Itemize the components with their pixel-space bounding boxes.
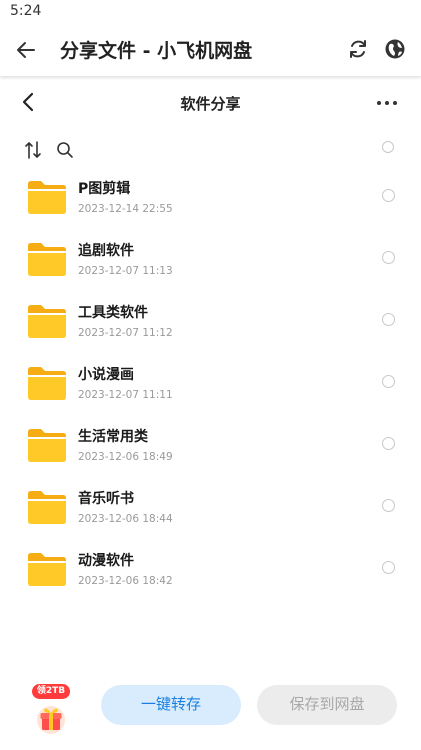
file-select-radio[interactable]	[382, 313, 395, 326]
globe-icon[interactable]	[383, 37, 407, 61]
folder-title: 软件分享	[180, 95, 241, 113]
file-date: 2023-12-07 11:11	[78, 389, 173, 401]
app-bar: 分享文件 - 小飞机网盘	[0, 24, 421, 76]
file-select-radio[interactable]	[382, 251, 395, 264]
file-row[interactable]: 音乐听书 2023-12-06 18:44	[0, 474, 421, 536]
folder-icon	[28, 429, 66, 462]
app-title: 分享文件 - 小飞机网盘	[60, 40, 253, 62]
folder-icon	[28, 305, 66, 338]
file-name: 音乐听书	[78, 491, 134, 507]
file-select-radio[interactable]	[382, 189, 395, 202]
status-time: 5:24	[10, 3, 42, 19]
save-all-button[interactable]: 一键转存	[101, 685, 241, 725]
more-icon[interactable]	[376, 100, 398, 106]
list-toolbar	[0, 138, 421, 162]
file-date: 2023-12-06 18:42	[78, 575, 173, 587]
file-name: 生活常用类	[78, 429, 148, 445]
file-date: 2023-12-07 11:12	[78, 327, 173, 339]
file-select-radio[interactable]	[382, 561, 395, 574]
file-name: 小说漫画	[78, 367, 134, 383]
folder-icon	[28, 553, 66, 586]
file-row[interactable]: 工具类软件 2023-12-07 11:12	[0, 288, 421, 350]
file-date: 2023-12-14 22:55	[78, 203, 173, 215]
file-select-radio[interactable]	[382, 499, 395, 512]
file-select-radio[interactable]	[382, 375, 395, 388]
folder-icon	[28, 367, 66, 400]
file-row[interactable]: 小说漫画 2023-12-07 11:11	[0, 350, 421, 412]
file-row[interactable]: 追剧软件 2023-12-07 11:13	[0, 226, 421, 288]
back-arrow-icon[interactable]	[14, 38, 38, 62]
file-row[interactable]: 生活常用类 2023-12-06 18:49	[0, 412, 421, 474]
bottom-action-bar: 领2TB 一键转存 保存到网盘	[0, 676, 421, 750]
file-select-radio[interactable]	[382, 437, 395, 450]
select-all-radio[interactable]	[382, 141, 394, 153]
file-date: 2023-12-06 18:49	[78, 451, 173, 463]
file-date: 2023-12-07 11:13	[78, 265, 173, 277]
file-name: 追剧软件	[78, 243, 134, 259]
sync-icon[interactable]	[346, 37, 370, 61]
folder-icon	[28, 491, 66, 524]
gift-badge: 领2TB	[32, 684, 70, 699]
folder-icon	[28, 243, 66, 276]
search-icon[interactable]	[56, 141, 74, 159]
gift-icon	[37, 706, 65, 734]
save-to-disk-button[interactable]: 保存到网盘	[257, 685, 397, 725]
file-name: P图剪辑	[78, 181, 131, 197]
file-name: 工具类软件	[78, 305, 148, 321]
folder-header: 软件分享	[0, 84, 421, 122]
gift-promo[interactable]: 领2TB	[32, 684, 72, 742]
status-bar: 5:24	[0, 0, 421, 24]
file-list: P图剪辑 2023-12-14 22:55 追剧软件 2023-12-07 11:13…	[0, 164, 421, 598]
folder-icon	[28, 181, 66, 214]
file-row[interactable]: 动漫软件 2023-12-06 18:42	[0, 536, 421, 598]
file-date: 2023-12-06 18:44	[78, 513, 173, 525]
file-name: 动漫软件	[78, 553, 134, 569]
file-row[interactable]: P图剪辑 2023-12-14 22:55	[0, 164, 421, 226]
sort-icon[interactable]	[24, 140, 42, 160]
